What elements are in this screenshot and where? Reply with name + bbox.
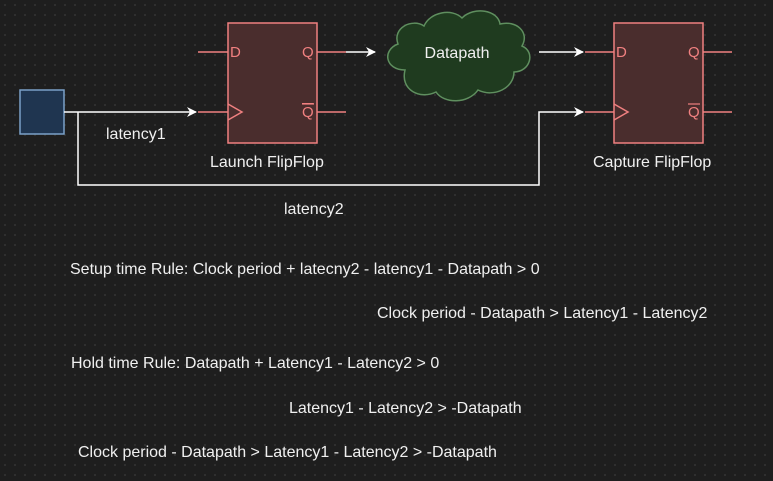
clock-source[interactable] bbox=[19, 89, 65, 135]
launch-d-pin-label: D bbox=[230, 44, 241, 61]
latency2-wire bbox=[77, 107, 584, 186]
launch-qbar-pin-label: Q bbox=[302, 104, 314, 121]
combined-equation: Clock period - Datapath > Latency1 - Lat… bbox=[78, 444, 497, 461]
launch-flipflop[interactable]: D Q Q bbox=[198, 22, 346, 144]
capture-q-pin-label: Q bbox=[688, 44, 700, 61]
capture-flipflop-label: Capture FlipFlop bbox=[593, 154, 712, 171]
launch-q-pin-label: Q bbox=[302, 44, 314, 61]
setup-rule-equation: Setup time Rule: Clock period + latecny2… bbox=[70, 261, 540, 278]
capture-qbar-pin-label: Q bbox=[688, 104, 700, 121]
latency1-label: latency1 bbox=[106, 126, 166, 143]
capture-flipflop[interactable]: D Q Q bbox=[585, 22, 732, 144]
datapath-label: Datapath bbox=[425, 45, 490, 62]
hold-derived-equation: Latency1 - Latency2 > -Datapath bbox=[289, 400, 522, 417]
capture-d-pin-label: D bbox=[616, 44, 627, 61]
launch-flipflop-label: Launch FlipFlop bbox=[210, 154, 324, 171]
latency2-label: latency2 bbox=[284, 201, 344, 218]
setup-derived-equation: Clock period - Datapath > Latency1 - Lat… bbox=[377, 305, 708, 322]
hold-rule-equation: Hold time Rule: Datapath + Latency1 - La… bbox=[71, 355, 440, 372]
